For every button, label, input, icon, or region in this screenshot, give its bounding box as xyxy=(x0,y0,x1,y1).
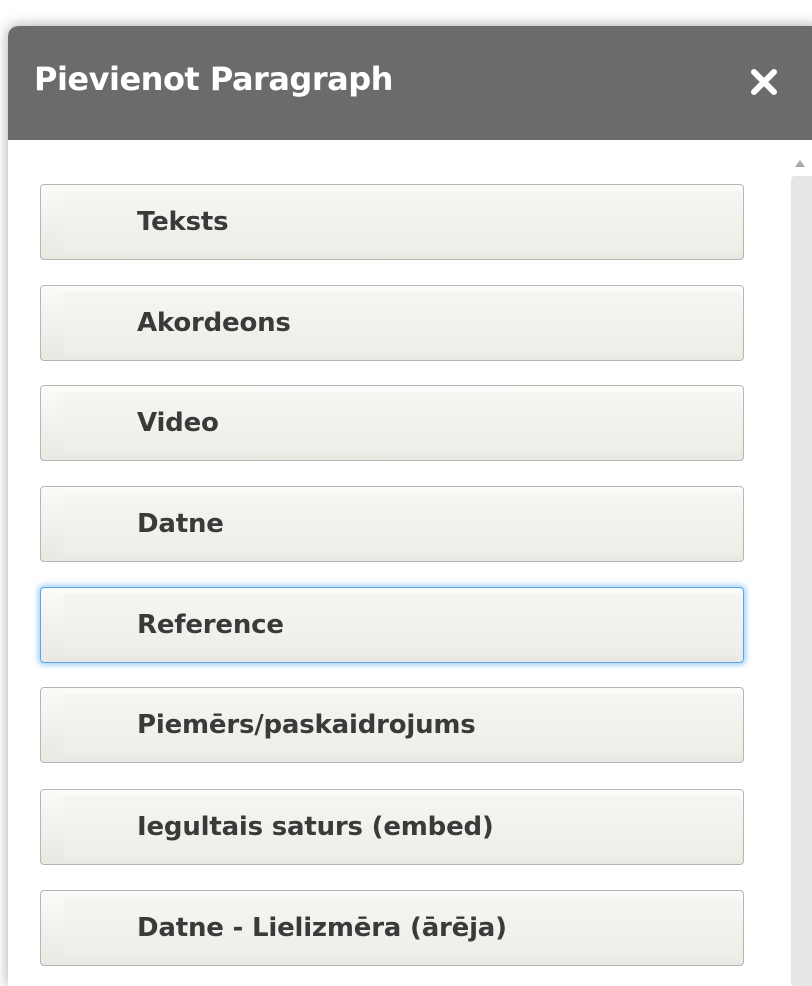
button-label: Datne xyxy=(137,509,224,539)
button-label: Iegultais saturs (embed) xyxy=(137,812,494,842)
paragraph-type-button-datne-lielizmera[interactable]: Datne - Lielizmēra (ārēja) xyxy=(40,890,744,966)
close-button[interactable] xyxy=(744,62,784,102)
paragraph-type-button-piemers[interactable]: Piemērs/paskaidrojums xyxy=(40,687,744,763)
button-label: Reference xyxy=(137,610,284,640)
paragraph-type-button-reference[interactable]: Reference xyxy=(40,587,744,663)
button-label: Piemērs/paskaidrojums xyxy=(137,710,476,740)
button-label: Video xyxy=(137,408,219,438)
button-label: Teksts xyxy=(137,207,229,237)
dialog-content: Teksts Akordeons Video Datne Reference P… xyxy=(8,140,812,986)
paragraph-type-button-video[interactable]: Video xyxy=(40,385,744,461)
button-label: Akordeons xyxy=(137,308,291,338)
paragraph-type-button-datne[interactable]: Datne xyxy=(40,486,744,562)
paragraph-type-button-akordeons[interactable]: Akordeons xyxy=(40,285,744,361)
paragraph-type-button-iegultais-saturs[interactable]: Iegultais saturs (embed) xyxy=(40,789,744,865)
scroll-up-arrow-icon[interactable] xyxy=(795,160,805,167)
vertical-scrollbar[interactable] xyxy=(788,140,812,986)
close-icon xyxy=(751,69,777,95)
add-paragraph-dialog: Pievienot Paragraph Teksts Akordeons Vid… xyxy=(8,26,812,986)
button-label: Datne - Lielizmēra (ārēja) xyxy=(137,913,507,943)
scrollbar-track[interactable] xyxy=(791,176,812,986)
dialog-title: Pievienot Paragraph xyxy=(34,60,393,98)
paragraph-type-button-teksts[interactable]: Teksts xyxy=(40,184,744,260)
dialog-titlebar: Pievienot Paragraph xyxy=(8,26,812,140)
